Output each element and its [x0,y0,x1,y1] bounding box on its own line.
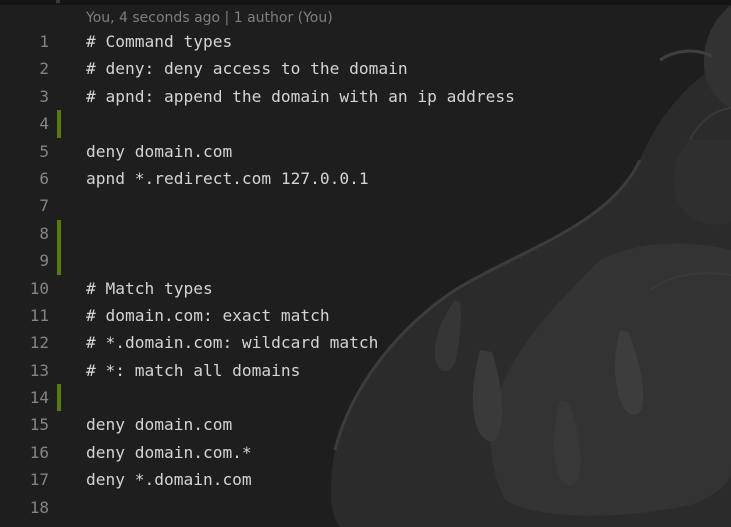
code-line[interactable]: 11 # domain.com: exact match [0,302,731,329]
code-line[interactable]: 13 # *: match all domains [0,357,731,384]
gutter-added-indicator[interactable] [57,219,61,248]
line-number[interactable]: 18 [0,494,49,521]
line-number[interactable]: 8 [0,220,49,247]
code-line[interactable]: 16 deny domain.com.* [0,439,731,466]
code-text[interactable]: apnd *.redirect.com 127.0.0.1 [86,165,369,192]
line-number[interactable]: 9 [0,247,49,274]
code-text[interactable]: deny *.domain.com [86,466,252,493]
code-text[interactable]: deny domain.com [86,138,232,165]
line-number[interactable]: 7 [0,192,49,219]
line-number[interactable]: 13 [0,357,49,384]
code-text[interactable]: # domain.com: exact match [86,302,330,329]
code-line[interactable]: 12 # *.domain.com: wildcard match [0,329,731,356]
code-line[interactable]: 4 [0,110,731,138]
git-blame-annotation[interactable]: You, 4 seconds ago | 1 author (You) [86,8,333,28]
code-line[interactable]: 9 [0,247,731,275]
line-number[interactable]: 1 [0,28,49,55]
gutter-added-indicator[interactable] [57,110,61,138]
code-line[interactable]: 17 deny *.domain.com [0,466,731,493]
code-text[interactable]: deny domain.com [86,411,232,438]
code-text[interactable]: # *: match all domains [86,357,300,384]
code-line[interactable]: 2 # deny: deny access to the domain [0,55,731,82]
code-line[interactable]: 3 # apnd: append the domain with an ip ad… [0,83,731,110]
code-line[interactable]: 7 [0,192,731,219]
editor-top-edge [0,0,731,5]
line-number[interactable]: 16 [0,439,49,466]
gutter-added-indicator[interactable] [57,247,61,275]
gutter-added-indicator[interactable] [57,384,61,412]
code-line[interactable]: 10 # Match types [0,275,731,302]
code-line[interactable]: 5 deny domain.com [0,138,731,165]
line-number[interactable]: 17 [0,466,49,493]
line-number[interactable]: 2 [0,55,49,82]
code-editor[interactable]: You, 4 seconds ago | 1 author (You) 1 # C… [0,0,731,527]
line-number[interactable]: 11 [0,302,49,329]
code-text[interactable]: # *.domain.com: wildcard match [86,329,378,356]
code-text[interactable]: # Match types [86,275,213,302]
code-text[interactable]: # Command types [86,28,232,55]
line-number[interactable]: 12 [0,329,49,356]
line-number[interactable]: 10 [0,275,49,302]
code-text[interactable]: # deny: deny access to the domain [86,55,408,82]
line-number[interactable]: 14 [0,384,49,411]
code-lines[interactable]: 1 # Command types 2 # deny: deny access to … [0,28,731,521]
line-number[interactable]: 3 [0,83,49,110]
code-line[interactable]: 6 apnd *.redirect.com 127.0.0.1 [0,165,731,192]
code-line[interactable]: 14 [0,384,731,412]
code-line[interactable]: 15 deny domain.com [0,411,731,438]
code-line[interactable]: 8 [0,219,731,248]
code-text[interactable]: # apnd: append the domain with an ip add… [86,83,515,110]
line-number[interactable]: 6 [0,165,49,192]
line-number[interactable]: 15 [0,411,49,438]
code-line[interactable]: 1 # Command types [0,28,731,55]
line-number[interactable]: 4 [0,110,49,137]
code-text[interactable]: deny domain.com.* [86,439,252,466]
line-number[interactable]: 5 [0,138,49,165]
code-line[interactable]: 18 [0,494,731,521]
